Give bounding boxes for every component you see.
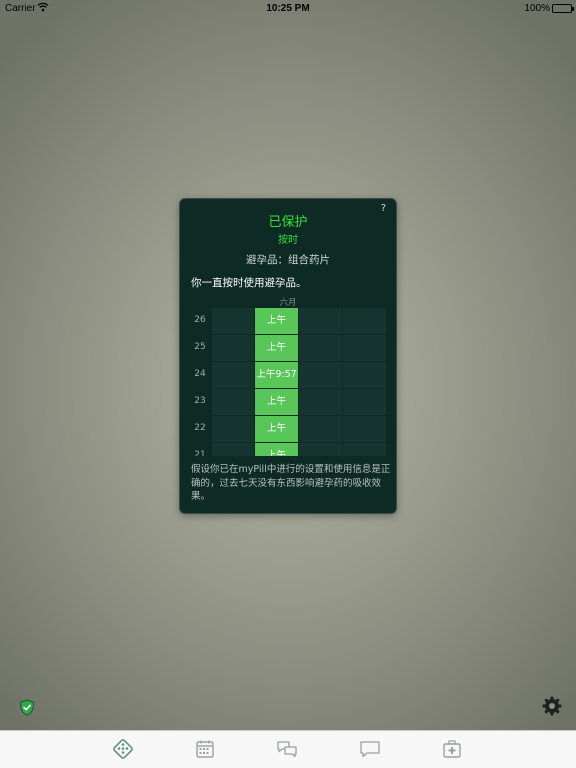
- day-label: 26: [194, 315, 206, 325]
- protection-status-subtitle: 按时: [278, 235, 298, 246]
- history-cell: [212, 335, 254, 361]
- contraceptive-type: 避孕品：组合药片: [246, 254, 330, 266]
- history-cell: [212, 308, 254, 334]
- history-cell: [212, 443, 254, 456]
- intake-history-grid[interactable]: 26 上午10:10 25 上午10:29 24 上午9:57 23 上午10:…: [188, 308, 387, 456]
- history-cell: [299, 308, 342, 334]
- intake-time-cell[interactable]: 上午9:57: [255, 362, 298, 388]
- history-row: 24 上午9:57: [188, 362, 387, 388]
- day-label: 24: [194, 369, 206, 379]
- intake-time-cell[interactable]: 上午10:06: [255, 416, 298, 456]
- history-cell: [343, 362, 386, 388]
- status-message: 你一直按时使用避孕品。: [191, 277, 307, 289]
- history-cell: [212, 362, 254, 388]
- pill-pack-icon[interactable]: [112, 738, 134, 760]
- status-time: 10:25 PM: [266, 3, 310, 14]
- intake-time-cell[interactable]: 上午10:08: [255, 389, 298, 433]
- protection-card: ? 已保护 按时 避孕品：组合药片 你一直按时使用避孕品。 六月 26 上午10…: [179, 198, 397, 514]
- history-cell: [299, 389, 342, 415]
- tab-bar: [0, 730, 576, 768]
- day-label: 22: [194, 423, 206, 433]
- history-cell: [343, 308, 386, 334]
- battery-icon: [552, 4, 574, 13]
- history-cell: [343, 443, 386, 456]
- calendar-icon[interactable]: [194, 738, 216, 760]
- battery-percent: 100%: [524, 3, 550, 14]
- history-row: 21 上午10:13: [188, 443, 387, 456]
- gear-icon[interactable]: [541, 695, 563, 717]
- history-cell: [299, 335, 342, 361]
- intake-time-cell[interactable]: 上午10:29: [255, 335, 298, 379]
- chat-bubbles-icon[interactable]: [276, 738, 298, 760]
- history-row: 22 上午10:06: [188, 416, 387, 456]
- day-label: 23: [194, 396, 206, 406]
- history-cell: [343, 335, 386, 361]
- day-label: 25: [194, 342, 206, 352]
- history-cell: [212, 389, 254, 415]
- history-row: 26 上午10:10: [188, 308, 387, 352]
- history-cell: [343, 389, 386, 415]
- month-label: 六月: [279, 298, 297, 308]
- history-row: 23 上午10:08: [188, 389, 387, 433]
- history-cell: [343, 416, 386, 442]
- intake-time-cell[interactable]: 上午10:13: [255, 443, 298, 456]
- protection-status-title: 已保护: [268, 215, 308, 230]
- history-cell: [299, 362, 342, 388]
- history-cell: [212, 416, 254, 442]
- speech-bubble-icon[interactable]: [359, 738, 381, 760]
- history-cell: [299, 443, 342, 456]
- history-row: 25 上午10:29: [188, 335, 387, 379]
- disclaimer-text: 假设你已在myPill中进行的设置和使用信息是正确的，过去七天没有东西影响避孕药…: [191, 464, 391, 502]
- status-bar: Carrier 10:25 PM 100%: [0, 0, 576, 18]
- first-aid-kit-icon[interactable]: [441, 738, 463, 760]
- history-cell: [299, 416, 342, 442]
- shield-icon[interactable]: [19, 699, 35, 716]
- intake-time-cell[interactable]: 上午10:10: [255, 308, 298, 352]
- day-label: 21: [194, 450, 206, 456]
